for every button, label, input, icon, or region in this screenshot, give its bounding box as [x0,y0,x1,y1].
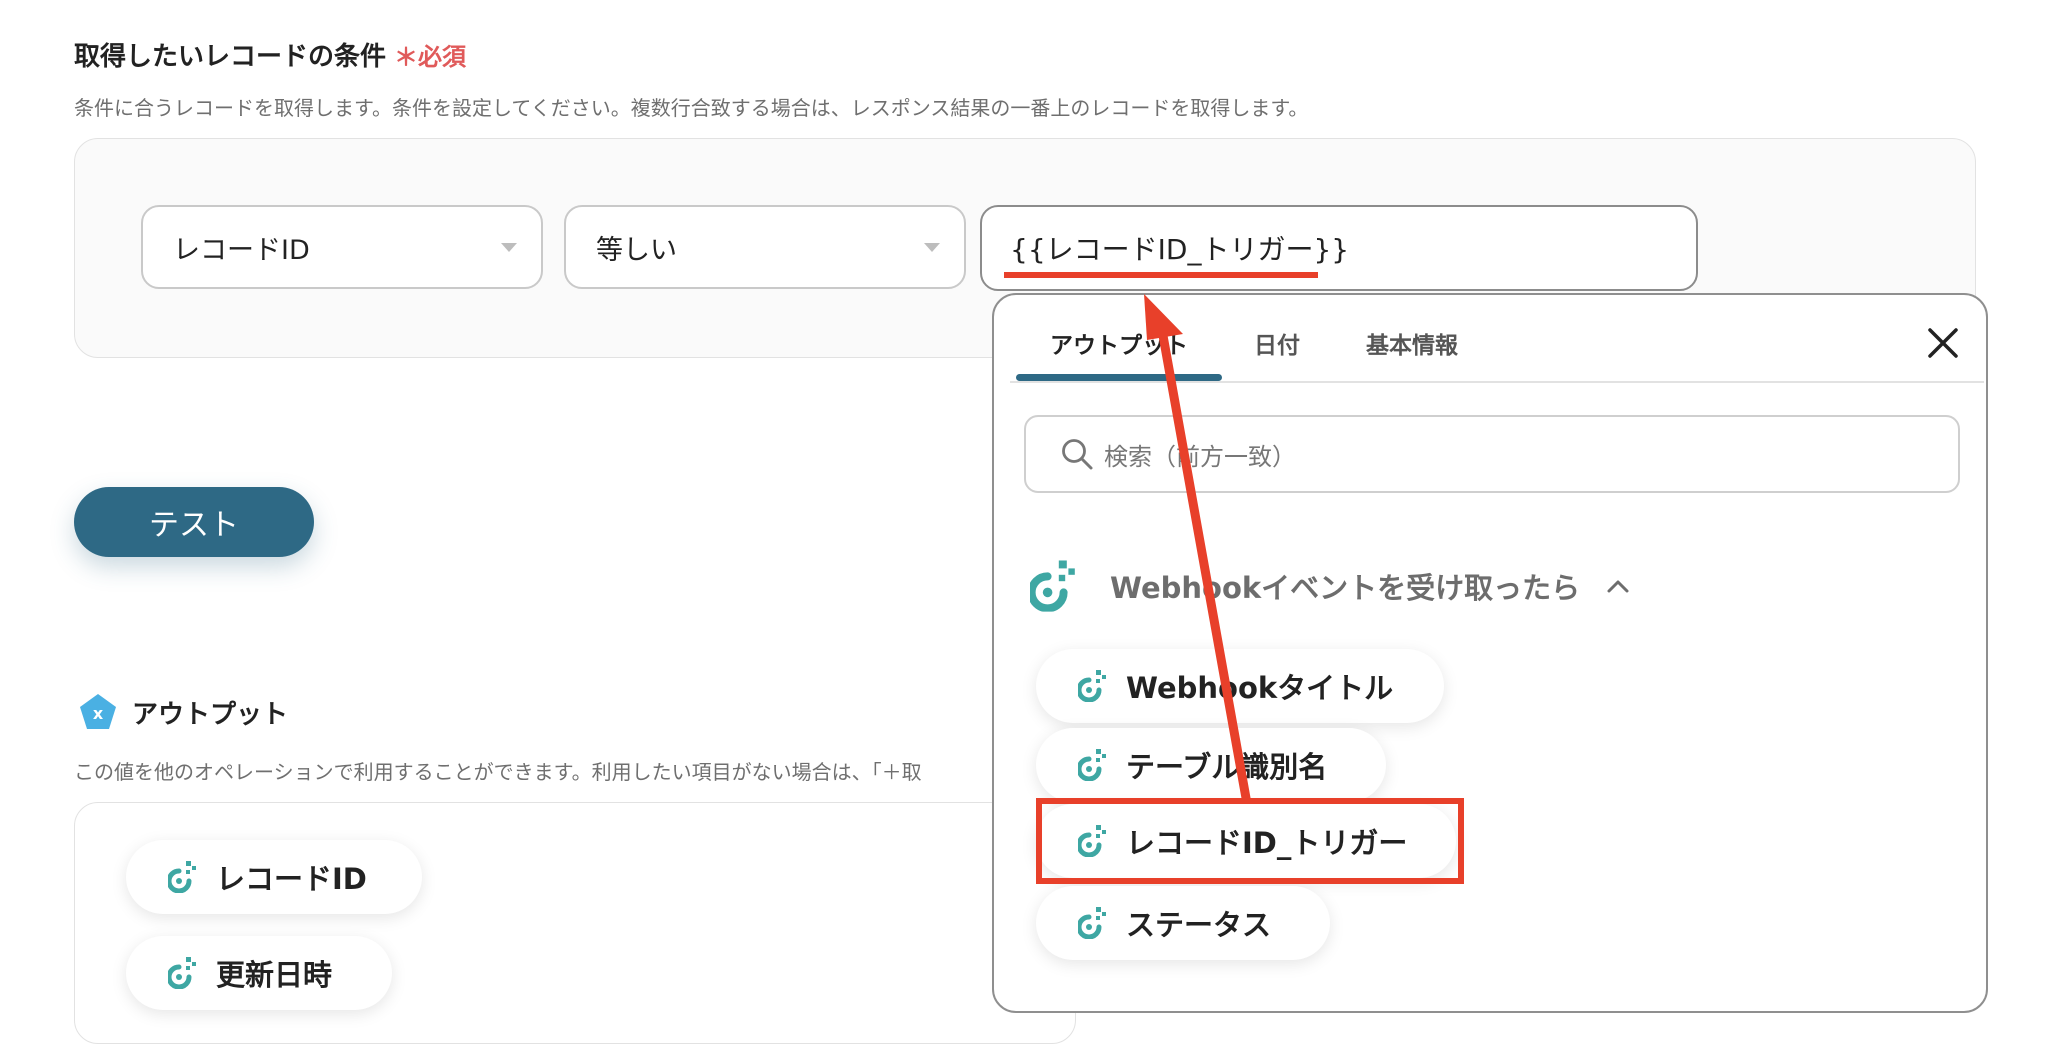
annotation-arrow [1144,294,1251,803]
